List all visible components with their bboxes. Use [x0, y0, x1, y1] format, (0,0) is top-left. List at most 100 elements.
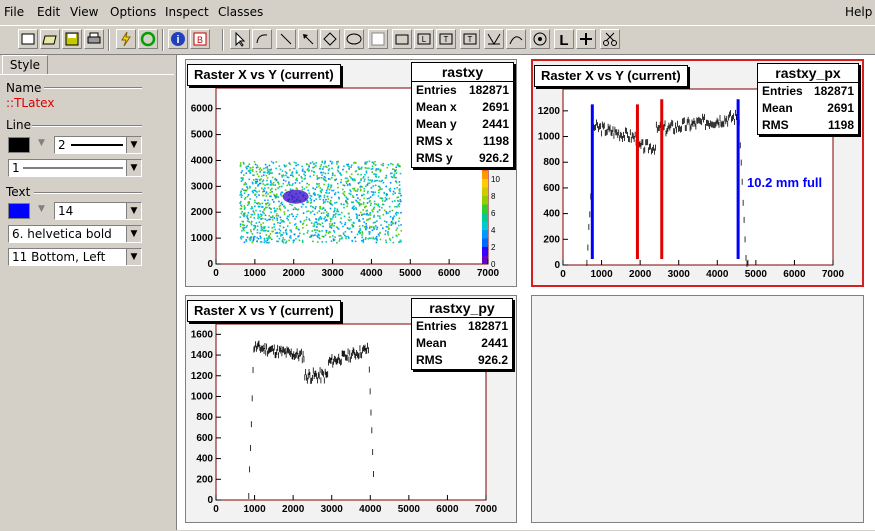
scatter-point: [261, 180, 264, 183]
curly-arc-icon[interactable]: [530, 29, 550, 49]
text-font-select[interactable]: 6. helvetica bold ▼: [8, 225, 142, 243]
scatter-point: [345, 237, 347, 240]
marker-icon[interactable]: [576, 29, 596, 49]
scatter-point: [261, 202, 264, 205]
interrupt-icon[interactable]: [116, 29, 136, 49]
chevron-down-icon[interactable]: ▼: [126, 203, 141, 219]
pave-label-icon[interactable]: L: [414, 29, 434, 49]
refresh-icon[interactable]: [138, 29, 158, 49]
menu-classes[interactable]: Classes: [218, 5, 263, 19]
scatter-point: [270, 181, 272, 184]
graph-icon[interactable]: [506, 29, 526, 49]
scatter-point: [352, 206, 354, 209]
pointer-icon[interactable]: [230, 29, 250, 49]
scatter-point: [345, 163, 348, 166]
menu-inspect[interactable]: Inspect: [165, 5, 209, 19]
scatter-point: [329, 199, 332, 202]
scatter-point: [332, 189, 335, 192]
arrow-icon[interactable]: [298, 29, 318, 49]
menu-help[interactable]: Help: [845, 5, 872, 19]
scatter-point: [273, 207, 276, 210]
scatter-point: [364, 161, 367, 164]
scatter-point: [304, 177, 306, 180]
diamond-icon[interactable]: [320, 29, 340, 49]
print-icon[interactable]: [84, 29, 104, 49]
ellipse-icon[interactable]: [344, 29, 364, 49]
stats-box[interactable]: rastxy_py Entries 182871 Mean 2441 RMS 926.2: [411, 298, 513, 370]
scatter-point: [370, 237, 372, 239]
pad-empty[interactable]: [531, 295, 864, 523]
line-color-swatch[interactable]: [8, 137, 30, 153]
scatter-point: [351, 239, 353, 242]
text-align-select[interactable]: 11 Bottom, Left ▼: [8, 248, 142, 266]
scatter-point: [355, 199, 357, 202]
scatter-point: [366, 209, 369, 212]
toolbar: i B L T T L: [0, 25, 875, 55]
chevron-down-icon[interactable]: ▼: [126, 160, 141, 176]
stats-box[interactable]: rastxy Entries 182871 Mean x 2691 Mean y 2441…: [411, 62, 514, 168]
scatter-point: [295, 208, 297, 210]
scatter-point: [363, 197, 365, 200]
pad-rastxy[interactable]: 0 1000 2000 3000 4000 5000 6000 7000 0 1000 2000 3…: [185, 59, 517, 287]
text-color-swatch[interactable]: [8, 203, 30, 219]
scatter-point: [392, 217, 394, 220]
line-width-select[interactable]: 2 ▼: [54, 136, 142, 154]
new-canvas-icon[interactable]: [18, 29, 38, 49]
line-icon[interactable]: [276, 29, 296, 49]
scatter-point: [377, 210, 379, 213]
pave-icon[interactable]: [392, 29, 412, 49]
scatter-point: [267, 230, 270, 232]
scatter-point: [358, 225, 361, 228]
scatter-point: [370, 191, 373, 193]
scatter-point: [327, 169, 330, 172]
line-style-select[interactable]: 1 ▼: [8, 159, 142, 177]
scatter-point: [364, 167, 367, 169]
text-size-select[interactable]: 14 ▼: [54, 202, 142, 220]
arc-icon[interactable]: [252, 29, 272, 49]
scatter-point: [313, 192, 316, 194]
latex-icon[interactable]: L: [554, 29, 574, 49]
scatter-point: [310, 198, 313, 201]
scatter-point: [336, 227, 339, 229]
pad-icon[interactable]: [368, 29, 388, 49]
scatter-point: [266, 239, 269, 242]
menu-file[interactable]: File: [4, 5, 24, 19]
scatter-point: [254, 205, 256, 208]
polyline-icon[interactable]: [484, 29, 504, 49]
pave-text-icon[interactable]: T: [436, 29, 456, 49]
annotation-latex[interactable]: 10.2 mm full: [747, 175, 822, 190]
browser-icon[interactable]: B: [190, 29, 210, 49]
inspect-info-icon[interactable]: i: [168, 29, 188, 49]
tab-style[interactable]: Style: [2, 55, 48, 75]
scatter-point: [274, 228, 276, 231]
chevron-down-icon[interactable]: ▼: [126, 249, 141, 265]
line-color-arrow-icon[interactable]: ▼: [38, 138, 45, 148]
save-icon[interactable]: [62, 29, 82, 49]
cut-icon[interactable]: [600, 29, 620, 49]
stats-box[interactable]: rastxy_px Entries 182871 Mean 2691 RMS 1198: [757, 63, 859, 135]
open-folder-icon[interactable]: [40, 29, 60, 49]
scatter-point: [400, 211, 402, 214]
scatter-point: [393, 176, 396, 179]
pad-rastxy-px[interactable]: 0 1000 2000 3000 4000 5000 6000 7000 0 200 400 600…: [531, 59, 864, 287]
scatter-point: [334, 236, 336, 239]
chevron-down-icon[interactable]: ▼: [126, 137, 141, 153]
chevron-down-icon[interactable]: ▼: [126, 226, 141, 242]
scatter-point: [374, 160, 376, 163]
scatter-point: [325, 211, 328, 213]
scatter-point: [267, 187, 270, 189]
scatter-point: [258, 216, 261, 219]
menu-view[interactable]: View: [70, 5, 98, 19]
scatter-point: [371, 171, 374, 173]
scatter-point: [358, 214, 361, 217]
scatter-point: [352, 195, 354, 197]
text-color-arrow-icon[interactable]: ▼: [38, 204, 45, 214]
scatter-point: [399, 192, 402, 195]
paves-text-icon[interactable]: T: [460, 29, 480, 49]
menu-edit[interactable]: Edit: [37, 5, 60, 19]
pad-rastxy-py[interactable]: 0 1000 2000 3000 4000 5000 6000 7000 0 200 400 600…: [185, 295, 517, 523]
menu-options[interactable]: Options: [110, 5, 156, 19]
scatter-point: [274, 195, 276, 197]
scatter-point: [373, 206, 376, 209]
scatter-point: [327, 172, 330, 175]
